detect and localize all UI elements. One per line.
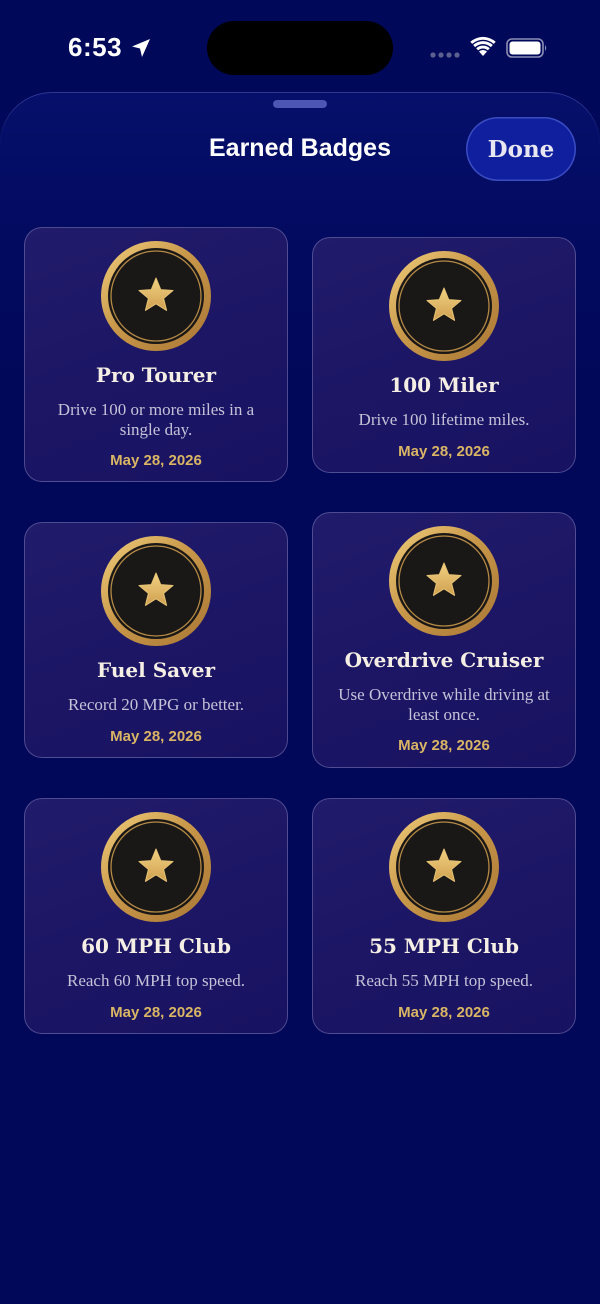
- badge-card-100-miler[interactable]: 100 Miler Drive 100 lifetime miles. May …: [312, 237, 576, 473]
- badge-name: Pro Tourer: [95, 363, 217, 387]
- badge-card-60-mph-club[interactable]: 60 MPH Club Reach 60 MPH top speed. May …: [24, 798, 288, 1034]
- status-time: 6:53: [68, 32, 123, 62]
- badge-card-55-mph-club[interactable]: 55 MPH Club Reach 55 MPH top speed. May …: [312, 798, 576, 1034]
- screen: 6:53 Earned Badges Done Pro Tourer Drive…: [0, 0, 600, 1304]
- badge-description: Reach 60 MPH top speed.: [66, 971, 245, 990]
- badge-name: Overdrive Cruiser: [344, 648, 544, 672]
- done-button[interactable]: Done: [466, 117, 576, 181]
- badge-name: 60 MPH Club: [81, 934, 231, 958]
- star-medal-icon: [388, 250, 500, 362]
- badge-description: Use Overdrive while driving at least onc…: [338, 685, 550, 724]
- badge-name: Fuel Saver: [97, 658, 215, 682]
- sheet-grabber[interactable]: [273, 100, 327, 108]
- badge-card-fuel-saver[interactable]: Fuel Saver Record 20 MPG or better. May …: [24, 522, 288, 758]
- badges-sheet: Earned Badges Done Pro Tourer Drive 100 …: [0, 92, 600, 1304]
- badge-date: May 28, 2026: [110, 452, 202, 469]
- cellular-signal-icon: [430, 52, 460, 58]
- star-medal-icon: [388, 525, 500, 637]
- badge-card-overdrive-cruiser[interactable]: Overdrive Cruiser Use Overdrive while dr…: [312, 512, 576, 768]
- star-medal-icon: [100, 811, 212, 923]
- status-bar: 6:53: [0, 0, 600, 92]
- badge-date: May 28, 2026: [398, 443, 490, 460]
- star-medal-icon: [100, 240, 212, 352]
- badge-date: May 28, 2026: [110, 1004, 202, 1021]
- dynamic-island: [207, 21, 393, 75]
- badge-description: Reach 55 MPH top speed.: [354, 971, 533, 990]
- badge-description: Record 20 MPG or better.: [67, 695, 245, 714]
- star-medal-icon: [388, 811, 500, 923]
- badge-date: May 28, 2026: [110, 728, 202, 745]
- location-arrow-icon: [132, 39, 150, 57]
- wifi-icon: [470, 36, 496, 56]
- badge-name: 100 Miler: [389, 373, 499, 397]
- badge-description: Drive 100 or more miles in a single day.: [57, 400, 255, 439]
- star-medal-icon: [100, 535, 212, 647]
- badge-date: May 28, 2026: [398, 1004, 490, 1021]
- badge-description: Drive 100 lifetime miles.: [358, 410, 530, 429]
- badge-date: May 28, 2026: [398, 737, 490, 754]
- badge-name: 55 MPH Club: [369, 934, 519, 958]
- battery-icon: [506, 38, 547, 58]
- badge-card-pro-tourer[interactable]: Pro Tourer Drive 100 or more miles in a …: [24, 227, 288, 482]
